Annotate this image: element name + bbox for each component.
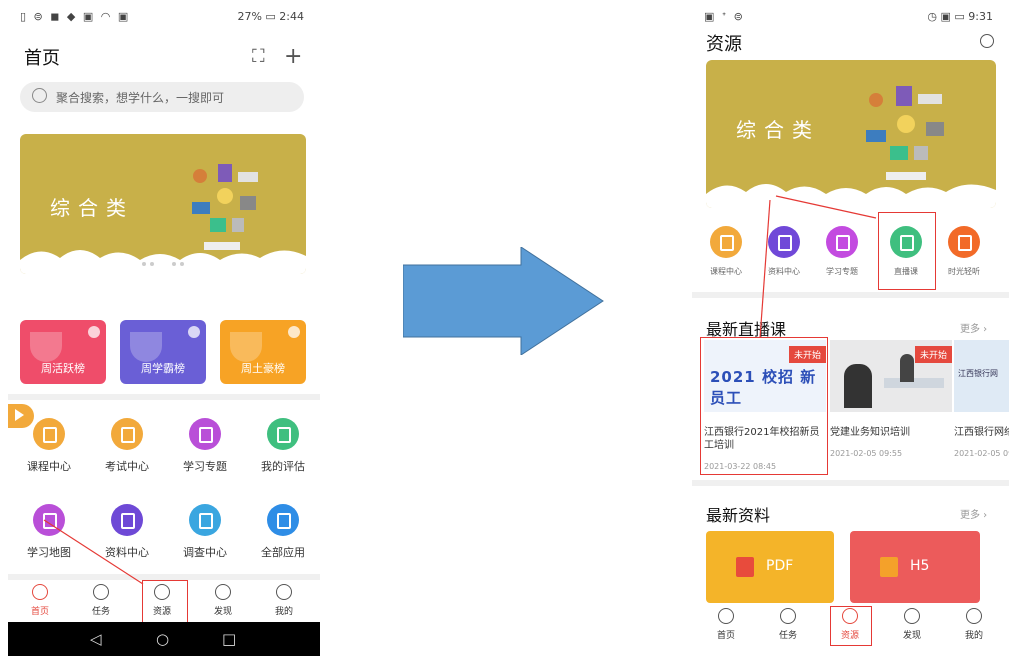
home-screen: ▯ ⊜ ◼ ◆ ▣ ◠ ▣ 27% ▭ 2:44 首页 ⛶ + 聚合搜索，想学什… — [8, 0, 320, 656]
resource-screen: ▣ ᐩ ⊜ ◷ ▣ ▭ 9:31 资源 综合类 课程中心 资料中心 学习专题 直… — [692, 0, 1009, 648]
annotation-lines — [759, 195, 877, 339]
right-arrow-icon — [403, 247, 604, 355]
annotation-line — [43, 519, 144, 585]
